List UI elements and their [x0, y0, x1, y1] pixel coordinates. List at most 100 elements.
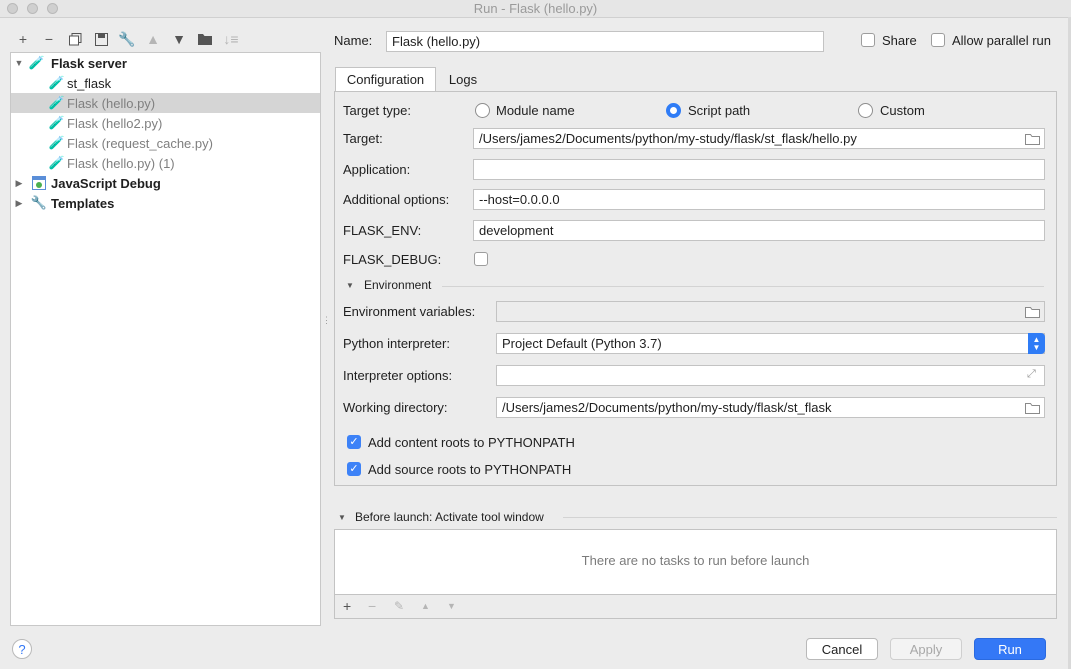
working-directory-label: Working directory: [343, 400, 448, 415]
source-roots-checkbox[interactable]: ✓ [347, 462, 361, 476]
flask-icon: 🧪 [28, 55, 46, 70]
plus-icon[interactable]: + [14, 30, 32, 48]
tab-logs[interactable]: Logs [440, 67, 486, 91]
chevron-updown-icon[interactable]: ▲ ▼ [1028, 333, 1045, 354]
arrow-up-icon[interactable]: ▲ [144, 30, 162, 48]
radio-module-name-label: Module name [496, 103, 575, 118]
env-vars-input[interactable] [496, 301, 1045, 322]
flask-env-input[interactable]: development [473, 220, 1045, 241]
python-interpreter-value: Project Default (Python 3.7) [502, 336, 662, 351]
tree-item-flask-hello[interactable]: 🧪 Flask (hello.py) [11, 93, 320, 113]
before-launch-task-list[interactable]: There are no tasks to run before launch [335, 530, 1056, 595]
copy-icon[interactable] [66, 30, 84, 48]
tree-item-flask-hello2[interactable]: 🧪 Flask (hello2.py) [11, 113, 320, 133]
plus-icon[interactable]: + [343, 598, 351, 614]
chevron-down-icon[interactable]: ▼ [338, 513, 346, 522]
flask-temp-icon: 🧪 [48, 135, 66, 150]
tree-item-label: Flask (hello.py) [67, 95, 156, 111]
empty-tasks-text: There are no tasks to run before launch [581, 553, 810, 568]
additional-options-label: Additional options: [343, 192, 450, 207]
name-input[interactable]: Flask (hello.py) [386, 31, 824, 52]
arrow-down-icon[interactable]: ▼ [447, 601, 456, 611]
content-roots-label: Add content roots to PYTHONPATH [368, 435, 575, 450]
tree-group-label: Templates [51, 195, 115, 211]
flask-debug-label: FLASK_DEBUG: [343, 252, 442, 267]
chevron-right-icon[interactable]: ▶ [14, 198, 24, 209]
run-config-tree[interactable]: ▼ 🧪 Flask server 🧪 st_flask 🧪 Flask (hel… [10, 52, 321, 626]
tab-configuration[interactable]: Configuration [335, 67, 436, 91]
target-input[interactable]: /Users/james2/Documents/python/my-study/… [473, 128, 1045, 149]
tree-item-label: Flask (hello2.py) [67, 115, 163, 131]
folder-browse-icon[interactable] [1024, 306, 1040, 318]
radio-custom-label: Custom [880, 103, 925, 118]
window-title: Run - Flask (hello.py) [473, 1, 598, 16]
radio-script-path[interactable] [666, 103, 681, 118]
minus-icon[interactable]: − [368, 598, 376, 614]
name-label: Name: [334, 33, 373, 48]
folder-browse-icon[interactable] [1024, 402, 1040, 414]
allow-parallel-label: Allow parallel run [952, 33, 1051, 48]
target-type-label: Target type: [343, 103, 411, 118]
configuration-panel [334, 91, 1057, 486]
content-roots-checkbox[interactable]: ✓ [347, 435, 361, 449]
splitter-handle[interactable]: ⋮ [322, 316, 331, 332]
target-label: Target: [343, 131, 383, 146]
application-label: Application: [343, 162, 411, 177]
share-label: Share [882, 33, 917, 48]
wrench-icon[interactable]: 🔧 [118, 30, 136, 48]
pencil-icon[interactable]: ✎ [394, 599, 404, 613]
tree-group-templates[interactable]: ▶ 🔧 Templates [11, 193, 320, 213]
env-vars-label: Environment variables: [343, 304, 476, 319]
flask-debug-checkbox[interactable] [474, 252, 488, 266]
tree-item-st-flask[interactable]: 🧪 st_flask [11, 73, 320, 93]
section-divider [442, 286, 1044, 287]
expand-icon[interactable]: ⤢ [1027, 368, 1036, 381]
radio-script-path-label: Script path [688, 103, 751, 118]
folder-add-icon[interactable] [196, 30, 214, 48]
chevron-down-icon[interactable]: ▼ [346, 281, 354, 290]
radio-custom[interactable] [858, 103, 873, 118]
cancel-button[interactable]: Cancel [806, 638, 878, 660]
working-directory-input[interactable]: /Users/james2/Documents/python/my-study/… [496, 397, 1045, 418]
tree-item-label: Flask (request_cache.py) [67, 135, 213, 151]
chevron-right-icon[interactable]: ▶ [14, 178, 24, 189]
tree-group-label: Flask server [51, 55, 127, 71]
flask-temp-icon: 🧪 [48, 95, 66, 110]
tree-group-flask-server[interactable]: ▼ 🧪 Flask server [11, 53, 320, 73]
before-launch-panel: There are no tasks to run before launch … [334, 529, 1057, 619]
help-button[interactable]: ? [12, 639, 32, 659]
tree-item-flask-hello-1[interactable]: 🧪 Flask (hello.py) (1) [11, 153, 320, 173]
chevron-down-icon[interactable]: ▼ [14, 58, 24, 68]
save-icon[interactable] [92, 30, 110, 48]
application-input[interactable] [473, 159, 1045, 180]
interpreter-options-input[interactable] [496, 365, 1045, 386]
section-divider [563, 517, 1057, 518]
python-interpreter-select[interactable]: Project Default (Python 3.7) ▲ ▼ [496, 333, 1045, 354]
tree-item-label: st_flask [67, 75, 112, 91]
arrow-down-icon[interactable]: ▼ [170, 30, 188, 48]
interpreter-options-label: Interpreter options: [343, 368, 453, 383]
radio-module-name[interactable] [475, 103, 490, 118]
flask-temp-icon: 🧪 [48, 115, 66, 130]
tree-item-flask-request-cache[interactable]: 🧪 Flask (request_cache.py) [11, 133, 320, 153]
tree-item-label: Flask (hello.py) (1) [67, 155, 175, 171]
additional-options-input[interactable]: --host=0.0.0.0 [473, 189, 1045, 210]
run-button[interactable]: Run [974, 638, 1046, 660]
folder-browse-icon[interactable] [1024, 133, 1040, 145]
environment-section-title[interactable]: Environment [364, 278, 431, 292]
apply-button[interactable]: Apply [890, 638, 962, 660]
wrench-icon: 🔧 [30, 195, 48, 210]
flask-icon: 🧪 [48, 75, 66, 90]
tree-group-javascript-debug[interactable]: ▶ JavaScript Debug [11, 173, 320, 193]
flask-env-label: FLASK_ENV: [343, 223, 422, 238]
flask-temp-icon: 🧪 [48, 155, 66, 170]
tree-group-label: JavaScript Debug [51, 175, 161, 191]
sort-icon[interactable]: ↓≡ [222, 30, 240, 48]
allow-parallel-checkbox[interactable] [931, 33, 945, 47]
share-checkbox[interactable] [861, 33, 875, 47]
source-roots-label: Add source roots to PYTHONPATH [368, 462, 572, 477]
minus-icon[interactable]: − [40, 30, 58, 48]
before-launch-title[interactable]: Before launch: Activate tool window [355, 510, 544, 524]
arrow-up-icon[interactable]: ▲ [421, 601, 430, 611]
javascript-debug-icon [31, 175, 47, 191]
